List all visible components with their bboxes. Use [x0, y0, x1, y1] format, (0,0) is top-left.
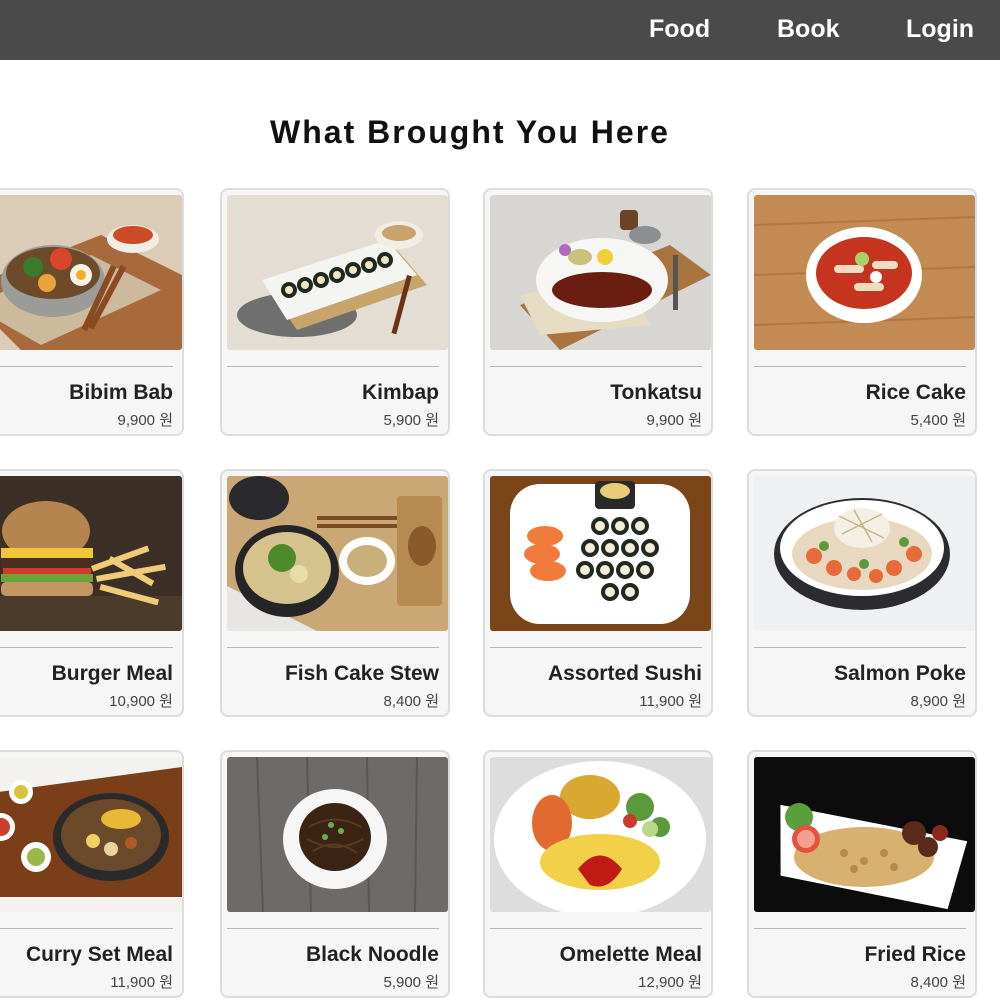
card-divider	[754, 647, 966, 648]
menu-item-name: Rice Cake	[865, 381, 966, 404]
card-divider	[490, 928, 702, 929]
menu-item-name: Black Noodle	[305, 943, 439, 966]
menu-item-price: 12,900 원	[638, 974, 702, 991]
nav-food-link[interactable]: Food	[649, 14, 710, 44]
menu-card-assorted-sushi[interactable]: Assorted Sushi 11,900 원	[483, 469, 713, 717]
menu-item-price: 11,900 원	[639, 693, 702, 710]
menu-item-name: Bibim Bab	[69, 381, 173, 404]
menu-item-price: 5,900 원	[383, 412, 439, 429]
omelette-meal-photo	[490, 757, 711, 912]
menu-item-name: Assorted Sushi	[547, 662, 702, 685]
card-divider	[0, 647, 173, 648]
card-divider	[754, 928, 966, 929]
menu-item-name: Salmon Poke	[834, 662, 966, 685]
menu-card-omelette-meal[interactable]: Omelette Meal 12,900 원	[483, 750, 713, 998]
top-navigation-bar: Food Book Login	[0, 0, 1000, 60]
menu-item-name: Fish Cake Stew	[284, 662, 439, 685]
card-divider	[227, 928, 439, 929]
tonkatsu-photo	[490, 195, 711, 350]
menu-card-fried-rice[interactable]: Fried Rice 8,400 원	[747, 750, 977, 998]
nav-login-link[interactable]: Login	[906, 14, 974, 44]
page-title: What Brought You Here	[270, 114, 670, 150]
menu-card-rice-cake[interactable]: Rice Cake 5,400 원	[747, 188, 977, 436]
menu-item-name: Kimbap	[361, 381, 439, 404]
menu-card-black-noodle[interactable]: Black Noodle 5,900 원	[220, 750, 450, 998]
rice-cake-photo	[754, 195, 975, 350]
salmon-poke-photo	[754, 476, 975, 631]
menu-item-price: 5,400 원	[910, 412, 966, 429]
menu-item-price: 8,900 원	[910, 693, 966, 710]
bibim-bab-photo	[0, 195, 182, 350]
card-divider	[0, 366, 173, 367]
card-divider	[490, 366, 702, 367]
menu-item-name: Curry Set Meal	[25, 943, 173, 966]
menu-card-kimbap[interactable]: Kimbap 5,900 원	[220, 188, 450, 436]
menu-item-name: Tonkatsu	[610, 381, 702, 404]
fish-cake-stew-photo	[227, 476, 448, 631]
black-noodle-photo	[227, 757, 448, 912]
nav-book-link[interactable]: Book	[777, 14, 840, 44]
menu-card-burger-meal[interactable]: Burger Meal 10,900 원	[0, 469, 184, 717]
card-divider	[754, 366, 966, 367]
kimbap-photo	[227, 195, 448, 350]
menu-item-name: Burger Meal	[51, 662, 173, 685]
menu-item-name: Omelette Meal	[559, 943, 702, 966]
card-divider	[0, 928, 173, 929]
card-divider	[227, 366, 439, 367]
card-divider	[490, 647, 702, 648]
menu-item-price: 5,900 원	[383, 974, 439, 991]
menu-card-salmon-poke[interactable]: Salmon Poke 8,900 원	[747, 469, 977, 717]
menu-card-curry-set-meal[interactable]: Curry Set Meal 11,900 원	[0, 750, 184, 998]
menu-item-price: 10,900 원	[109, 693, 173, 710]
fried-rice-photo	[754, 757, 975, 912]
menu-card-tonkatsu[interactable]: Tonkatsu 9,900 원	[483, 188, 713, 436]
curry-set-meal-photo	[0, 757, 182, 912]
menu-item-price: 9,900 원	[117, 412, 173, 429]
menu-item-price: 9,900 원	[646, 412, 702, 429]
assorted-sushi-photo	[490, 476, 711, 631]
menu-item-price: 8,400 원	[383, 693, 439, 710]
card-divider	[227, 647, 439, 648]
menu-item-price: 8,400 원	[910, 974, 966, 991]
menu-card-fish-cake-stew[interactable]: Fish Cake Stew 8,400 원	[220, 469, 450, 717]
menu-item-name: Fried Rice	[864, 943, 966, 966]
menu-card-bibim-bab[interactable]: Bibim Bab 9,900 원	[0, 188, 184, 436]
burger-meal-photo	[0, 476, 182, 631]
menu-item-price: 11,900 원	[110, 974, 173, 991]
